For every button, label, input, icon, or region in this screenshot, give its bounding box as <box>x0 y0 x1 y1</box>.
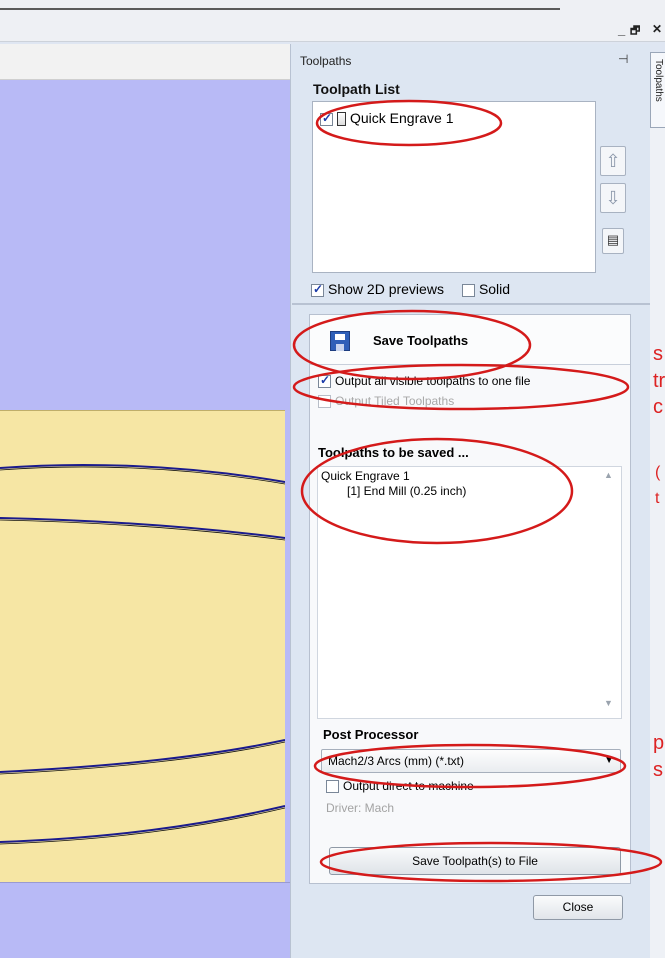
annotation-text: ( <box>655 464 661 481</box>
show-2d-label: Show 2D previews <box>328 281 444 297</box>
post-processor-value: Mach2/3 Arcs (mm) (*.txt) <box>328 754 465 768</box>
toolpath-curve <box>0 739 285 773</box>
viewport-background-top <box>0 80 290 410</box>
list-item: [1] End Mill (0.25 inch) <box>347 484 467 498</box>
toolpaths-to-save-list[interactable] <box>317 466 622 719</box>
toolpath-item-label: Quick Engrave 1 <box>350 110 454 126</box>
save-toolpaths-title: Save Toolpaths <box>373 333 469 348</box>
move-down-button[interactable]: ⇩ <box>600 183 626 213</box>
tiled-label: Output Tiled Toolpaths <box>335 394 455 408</box>
output-options: Output all visible toolpaths to one file… <box>318 372 630 409</box>
list-item: Quick Engrave 1 <box>321 469 410 483</box>
arrow-up-icon: ⇧ <box>605 151 621 171</box>
toolpath-visible-checkbox[interactable] <box>320 111 333 126</box>
post-processor-title: Post Processor <box>323 727 419 742</box>
toolpath-curves <box>0 463 285 845</box>
viewport-background-bottom <box>0 882 290 958</box>
output-direct-label: Output direct to machine <box>343 779 474 793</box>
panel-title: Toolpaths <box>300 54 352 68</box>
annotation-text: c <box>653 396 663 418</box>
window-top-edge <box>0 0 665 10</box>
annotation-text: s <box>653 759 663 781</box>
properties-icon: ▤ <box>606 232 620 247</box>
toolpath-list[interactable] <box>312 101 596 273</box>
pin-icon[interactable]: ⊣ <box>618 52 628 66</box>
output-direct-checkbox[interactable] <box>326 780 339 794</box>
toolpath-file-icon <box>337 112 346 127</box>
right-dock-strip <box>650 128 665 958</box>
annotation-text: t <box>655 490 660 507</box>
toolpaths-side-tab[interactable]: Toolpaths <box>650 52 665 128</box>
solid-checkbox[interactable] <box>461 283 475 297</box>
show-2d-checkbox[interactable] <box>311 282 324 297</box>
one-file-label: Output all visible toolpaths to one file <box>335 374 531 388</box>
one-file-option[interactable]: Output all visible toolpaths to one file <box>318 373 531 389</box>
toolpath-curve <box>0 807 285 845</box>
tiled-option: Output Tiled Toolpaths <box>318 394 455 409</box>
driver-label: Driver: Mach <box>326 801 395 815</box>
save-to-file-button[interactable]: Save Toolpath(s) to File <box>329 847 621 875</box>
scroll-down-icon[interactable]: ▼ <box>604 698 613 708</box>
toolpaths-to-save-title: Toolpaths to be saved ... <box>318 445 469 460</box>
toolpath-properties-button[interactable]: ▤ <box>602 228 624 254</box>
toolpath-curve <box>0 519 285 541</box>
close-button[interactable]: Close <box>533 895 623 920</box>
preview-options: Show 2D previews Solid <box>311 281 528 297</box>
view-tab-strip <box>0 44 290 80</box>
toolpath-curve <box>0 805 285 843</box>
post-processor-select[interactable]: Mach2/3 Arcs (mm) (*.txt) ▼ <box>321 749 621 773</box>
minimize-icon[interactable]: _ <box>618 22 625 37</box>
close-window-icon[interactable]: ✕ <box>652 22 662 36</box>
scroll-up-icon[interactable]: ▲ <box>604 470 613 480</box>
annotation-text: tr <box>653 370 665 392</box>
toolpath-list-title: Toolpath List <box>313 81 400 97</box>
list-item[interactable]: Quick Engrave 1 <box>320 110 454 127</box>
solid-label: Solid <box>478 281 511 297</box>
move-up-button[interactable]: ⇧ <box>600 146 626 176</box>
restore-icon[interactable]: 🗗 <box>630 22 640 41</box>
annotation-text: p <box>653 732 665 754</box>
tiled-checkbox <box>318 395 331 409</box>
annotation-text: s <box>653 343 663 365</box>
arrow-down-icon: ⇩ <box>605 188 621 208</box>
panel-divider <box>292 303 650 305</box>
side-tab-label: Toolpaths <box>653 59 664 102</box>
window-chrome <box>0 10 665 42</box>
chevron-down-icon: ▼ <box>604 755 614 766</box>
output-direct-option[interactable]: Output direct to machine <box>326 779 474 794</box>
save-disk-icon <box>330 331 350 351</box>
one-file-checkbox[interactable] <box>318 373 331 389</box>
save-toolpaths-header <box>310 315 630 365</box>
